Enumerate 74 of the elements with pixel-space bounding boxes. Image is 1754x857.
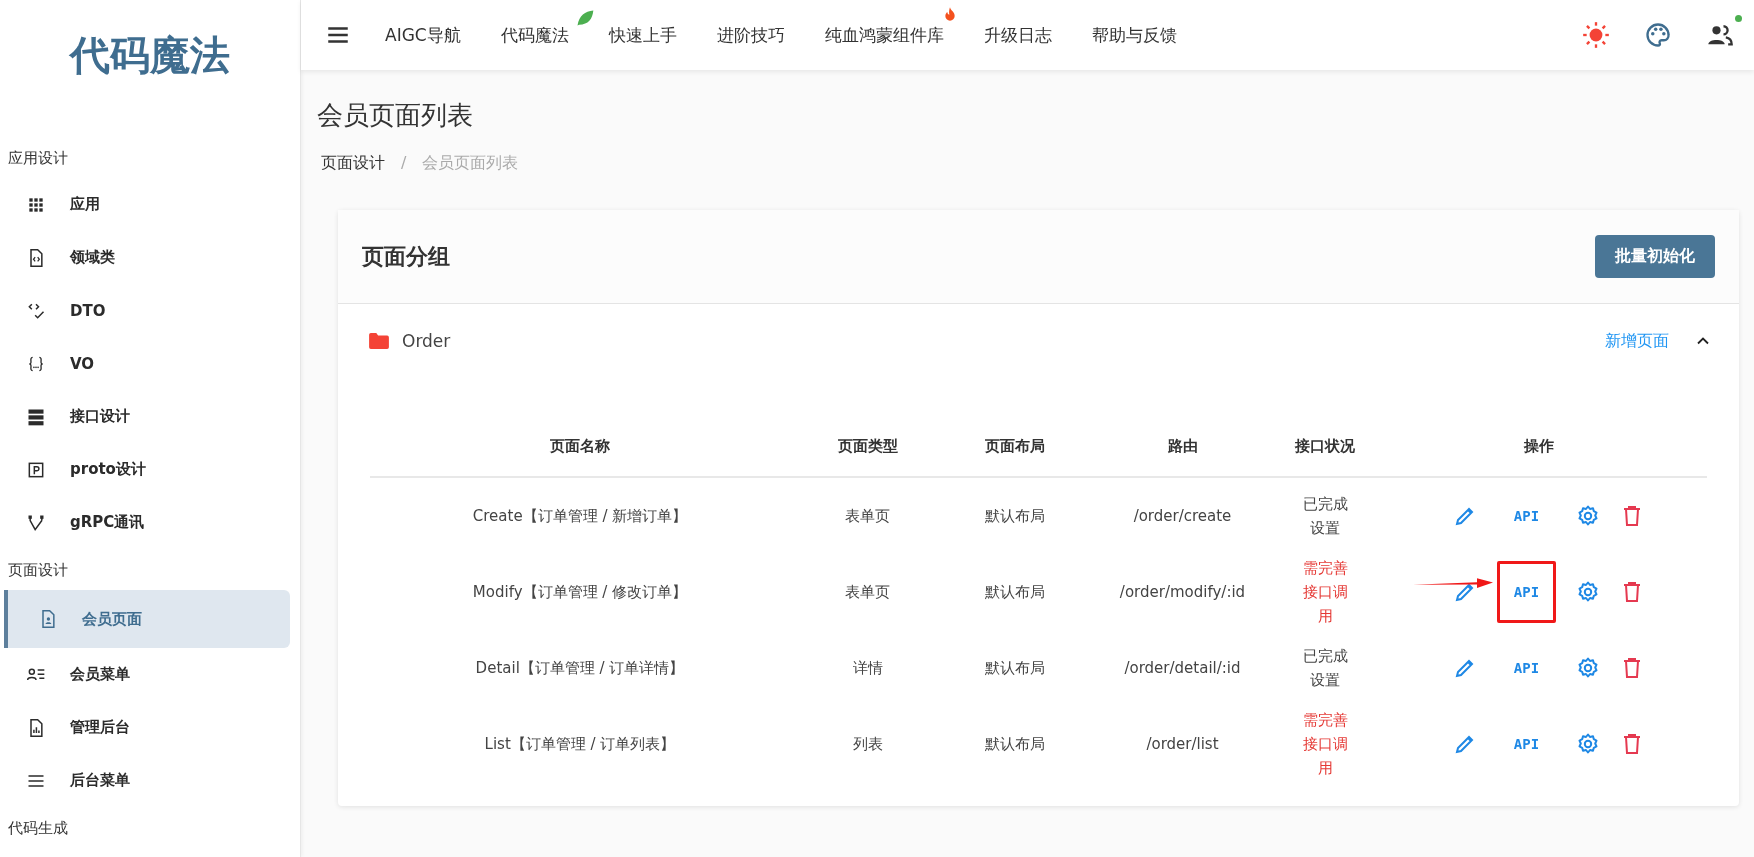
item-label: 管理后台	[70, 718, 130, 737]
folder-icon	[368, 332, 390, 350]
api-button[interactable]: API	[1496, 637, 1557, 699]
table-cell-text: 默认布局	[984, 658, 1046, 678]
breadcrumb-item: 会员页面列表	[422, 153, 519, 174]
table-cell-text: /order/modify/:id	[1118, 583, 1247, 601]
table-cell-text: 详情	[851, 658, 884, 678]
table-cell-text: 表单页	[844, 506, 891, 526]
page-title: 会员页面列表	[317, 99, 474, 132]
column-header: 页面名称	[549, 436, 611, 456]
sidebar-item[interactable]: 会员菜单	[0, 648, 292, 701]
sidebar-item[interactable]: 接口设计	[0, 390, 292, 443]
logo-text: 代码魔法	[68, 31, 231, 80]
breadcrumb-item[interactable]: 页面设计	[321, 153, 385, 174]
item-label: VO	[70, 354, 95, 373]
sidebar-item[interactable]: 会员页面	[4, 590, 290, 648]
nav-link[interactable]: 纯血鸿蒙组件库	[824, 23, 944, 47]
breadcrumb-separator: /	[401, 153, 407, 174]
palette-icon[interactable]	[1644, 21, 1672, 49]
table-cell-text: /order/list	[1145, 735, 1220, 753]
api-button[interactable]: API	[1496, 485, 1557, 547]
bulk-init-button[interactable]: 批量初始化	[1595, 235, 1715, 278]
sidebar-item[interactable]: 应用	[0, 178, 292, 231]
item-label: 应用	[70, 195, 100, 214]
nav-link[interactable]: 代码魔法	[500, 23, 569, 47]
sidebar-item[interactable]: DTO	[0, 284, 292, 337]
table-cell-text: Modify【订单管理 / 修改订单】	[471, 582, 689, 602]
table-cell-text: Detail【订单管理 / 订单详情】	[474, 658, 686, 678]
item-label: gRPC通讯	[70, 513, 145, 532]
column-header: 路由	[1166, 436, 1199, 456]
table-cell-text: 列表	[851, 734, 884, 754]
settings-icon[interactable]	[1576, 504, 1601, 528]
section-label: 代码生成	[7, 818, 69, 839]
status-text: 已完成设置	[1301, 646, 1349, 691]
api-button[interactable]: API	[1496, 713, 1557, 775]
nav-link[interactable]: 升级日志	[983, 23, 1052, 47]
table-cell-text: 表单页	[844, 582, 891, 602]
group-name: Order	[402, 331, 451, 351]
nav-link[interactable]: 进阶技巧	[716, 23, 785, 47]
table-cell-text: 默认布局	[984, 734, 1046, 754]
column-header: 接口状况	[1294, 436, 1356, 456]
nav-link[interactable]: 快速上手	[608, 23, 677, 47]
sidebar-item[interactable]: proto设计	[0, 443, 292, 496]
column-header: 页面布局	[984, 436, 1046, 456]
sidebar-item[interactable]: 后台菜单	[0, 754, 292, 807]
sidebar-item[interactable]: 管理后台	[0, 701, 292, 754]
status-text: 需完善接口调用	[1301, 558, 1349, 627]
nav-link[interactable]: AIGC导航	[385, 23, 461, 47]
nav-link[interactable]: 帮助与反馈	[1091, 23, 1177, 47]
item-label: 会员页面	[82, 609, 142, 629]
item-label: proto设计	[70, 460, 146, 479]
api-button[interactable]: API	[1496, 561, 1557, 623]
table-cell-text: List【订单管理 / 订单列表】	[483, 734, 677, 754]
sidebar-item[interactable]: VO	[0, 337, 292, 390]
sidebar-item[interactable]: gRPC通讯	[0, 496, 292, 549]
section-label: 页面设计	[7, 560, 69, 581]
table-cell-text: 默认布局	[984, 506, 1046, 526]
column-header: 页面类型	[836, 436, 899, 456]
status-text: 已完成设置	[1301, 494, 1349, 539]
table-cell-text: /order/create	[1132, 507, 1233, 525]
card-title: 页面分组	[362, 242, 450, 271]
status-text: 需完善接口调用	[1301, 710, 1349, 779]
sidebar-item[interactable]: 领域类	[0, 231, 292, 284]
item-label: DTO	[70, 301, 106, 320]
item-label: 接口设计	[70, 407, 130, 426]
table-cell-text: Create【订单管理 / 新增订单】	[471, 506, 689, 526]
item-label: 后台菜单	[70, 771, 130, 790]
section-label: 应用设计	[7, 148, 69, 169]
table-cell-text: /order/detail/:id	[1123, 659, 1242, 677]
sun-icon[interactable]	[1582, 21, 1610, 49]
column-header: 操作	[1522, 436, 1555, 456]
item-label: 领域类	[70, 248, 115, 267]
table-cell-text: 默认布局	[984, 582, 1046, 602]
item-label: 会员菜单	[70, 665, 130, 684]
